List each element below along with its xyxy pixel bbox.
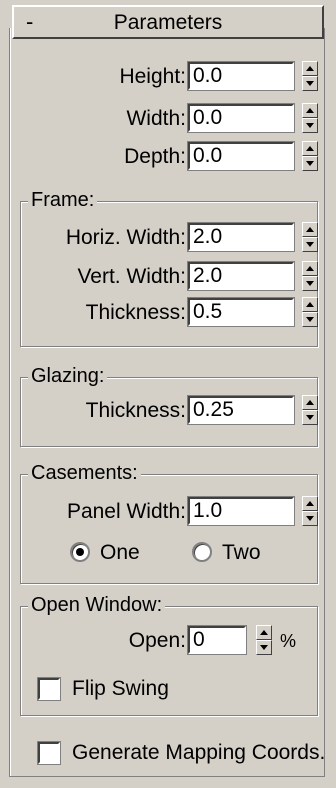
flip-swing-label[interactable]: Flip Swing [72,677,169,701]
spinner-up-button[interactable] [302,297,318,312]
rollout-title: Parameters [113,11,223,34]
frame-thickness-field[interactable]: 0.5 [187,297,295,327]
spinner-down-button[interactable] [302,312,318,327]
open-label: Open: [128,629,186,652]
spinner-down-button[interactable] [302,511,318,526]
depth-label: Depth: [124,145,186,168]
width-label: Width: [126,107,186,130]
panel-width-field[interactable]: 1.0 [187,496,295,526]
one-radio[interactable] [70,542,90,562]
open-spinner[interactable] [256,625,272,655]
arrow-up-icon [260,630,268,635]
glazing-group-title: Glazing: [28,365,108,388]
arrow-down-icon [306,415,314,420]
panel-width-label: Panel Width: [66,500,186,523]
glazing-thickness-label: Thickness: [85,399,186,422]
flip-swing-checkbox[interactable] [37,677,61,701]
spinner-down-button[interactable] [256,640,272,655]
width-spinner[interactable] [302,103,318,133]
arrow-up-icon [306,146,314,151]
spinner-down-button[interactable] [302,410,318,425]
spinner-up-button[interactable] [302,222,318,237]
horiz-width-row: Horiz. Width: 2.0 [0,222,336,255]
arrow-down-icon [306,317,314,322]
spinner-up-button[interactable] [302,395,318,410]
width-field[interactable]: 0.0 [187,103,295,133]
generate-mapping-label[interactable]: Generate Mapping Coords. [72,741,325,765]
percent-unit: % [280,631,297,651]
spinner-down-button[interactable] [302,118,318,133]
two-radio[interactable] [192,542,212,562]
spinner-down-button[interactable] [302,76,318,91]
depth-field[interactable]: 0.0 [187,141,295,171]
glazing-thickness-field[interactable]: 0.25 [187,395,295,425]
spinner-up-button[interactable] [302,141,318,156]
spinner-up-button[interactable] [302,61,318,76]
arrow-down-icon [306,242,314,247]
spinner-up-button[interactable] [302,496,318,511]
horiz-width-field[interactable]: 2.0 [187,222,295,252]
vert-width-field[interactable]: 2.0 [187,261,295,291]
arrow-up-icon [306,227,314,232]
arrow-down-icon [306,123,314,128]
spinner-up-button[interactable] [302,261,318,276]
height-row: Height: 0.0 [0,61,336,94]
glazing-thickness-spinner[interactable] [302,395,318,425]
frame-group-title: Frame: [28,189,98,212]
arrow-up-icon [306,302,314,307]
two-radio-label[interactable]: Two [222,541,261,565]
parameters-panel: - Parameters Height: 0.0 Width: 0.0 Dept… [0,0,336,788]
spinner-down-button[interactable] [302,276,318,291]
height-field[interactable]: 0.0 [187,61,295,91]
panel-width-row: Panel Width: 1.0 [0,496,336,529]
horiz-width-label: Horiz. Width: [65,226,186,249]
open-row: Open: 0 % [0,625,336,658]
arrow-up-icon [306,266,314,271]
vert-width-label: Vert. Width: [77,265,186,288]
panel-width-spinner[interactable] [302,496,318,526]
arrow-down-icon [260,645,268,650]
casements-group-title: Casements: [28,462,141,485]
arrow-up-icon [306,108,314,113]
arrow-up-icon [306,501,314,506]
frame-thickness-row: Thickness: 0.5 [0,297,336,330]
vert-width-row: Vert. Width: 2.0 [0,261,336,294]
spinner-down-button[interactable] [302,156,318,171]
open-window-group [20,606,318,716]
arrow-up-icon [306,66,314,71]
spinner-up-button[interactable] [302,103,318,118]
spinner-down-button[interactable] [302,237,318,252]
depth-spinner[interactable] [302,141,318,171]
arrow-up-icon [306,400,314,405]
glazing-thickness-row: Thickness: 0.25 [0,395,336,428]
height-label: Height: [119,65,186,88]
parameters-rollout-header[interactable]: - Parameters [12,5,324,39]
open-field[interactable]: 0 [187,625,247,655]
frame-thickness-spinner[interactable] [302,297,318,327]
height-spinner[interactable] [302,61,318,91]
arrow-down-icon [306,161,314,166]
radio-selected-dot [76,548,84,556]
vert-width-spinner[interactable] [302,261,318,291]
horiz-width-spinner[interactable] [302,222,318,252]
arrow-down-icon [306,81,314,86]
casements-group [20,474,318,584]
width-row: Width: 0.0 [0,103,336,136]
one-radio-label[interactable]: One [100,541,140,565]
arrow-down-icon [306,516,314,521]
arrow-down-icon [306,281,314,286]
open-window-group-title: Open Window: [28,594,166,617]
generate-mapping-checkbox[interactable] [37,741,61,765]
depth-row: Depth: 0.0 [0,141,336,174]
frame-thickness-label: Thickness: [85,301,186,324]
spinner-up-button[interactable] [256,625,272,640]
